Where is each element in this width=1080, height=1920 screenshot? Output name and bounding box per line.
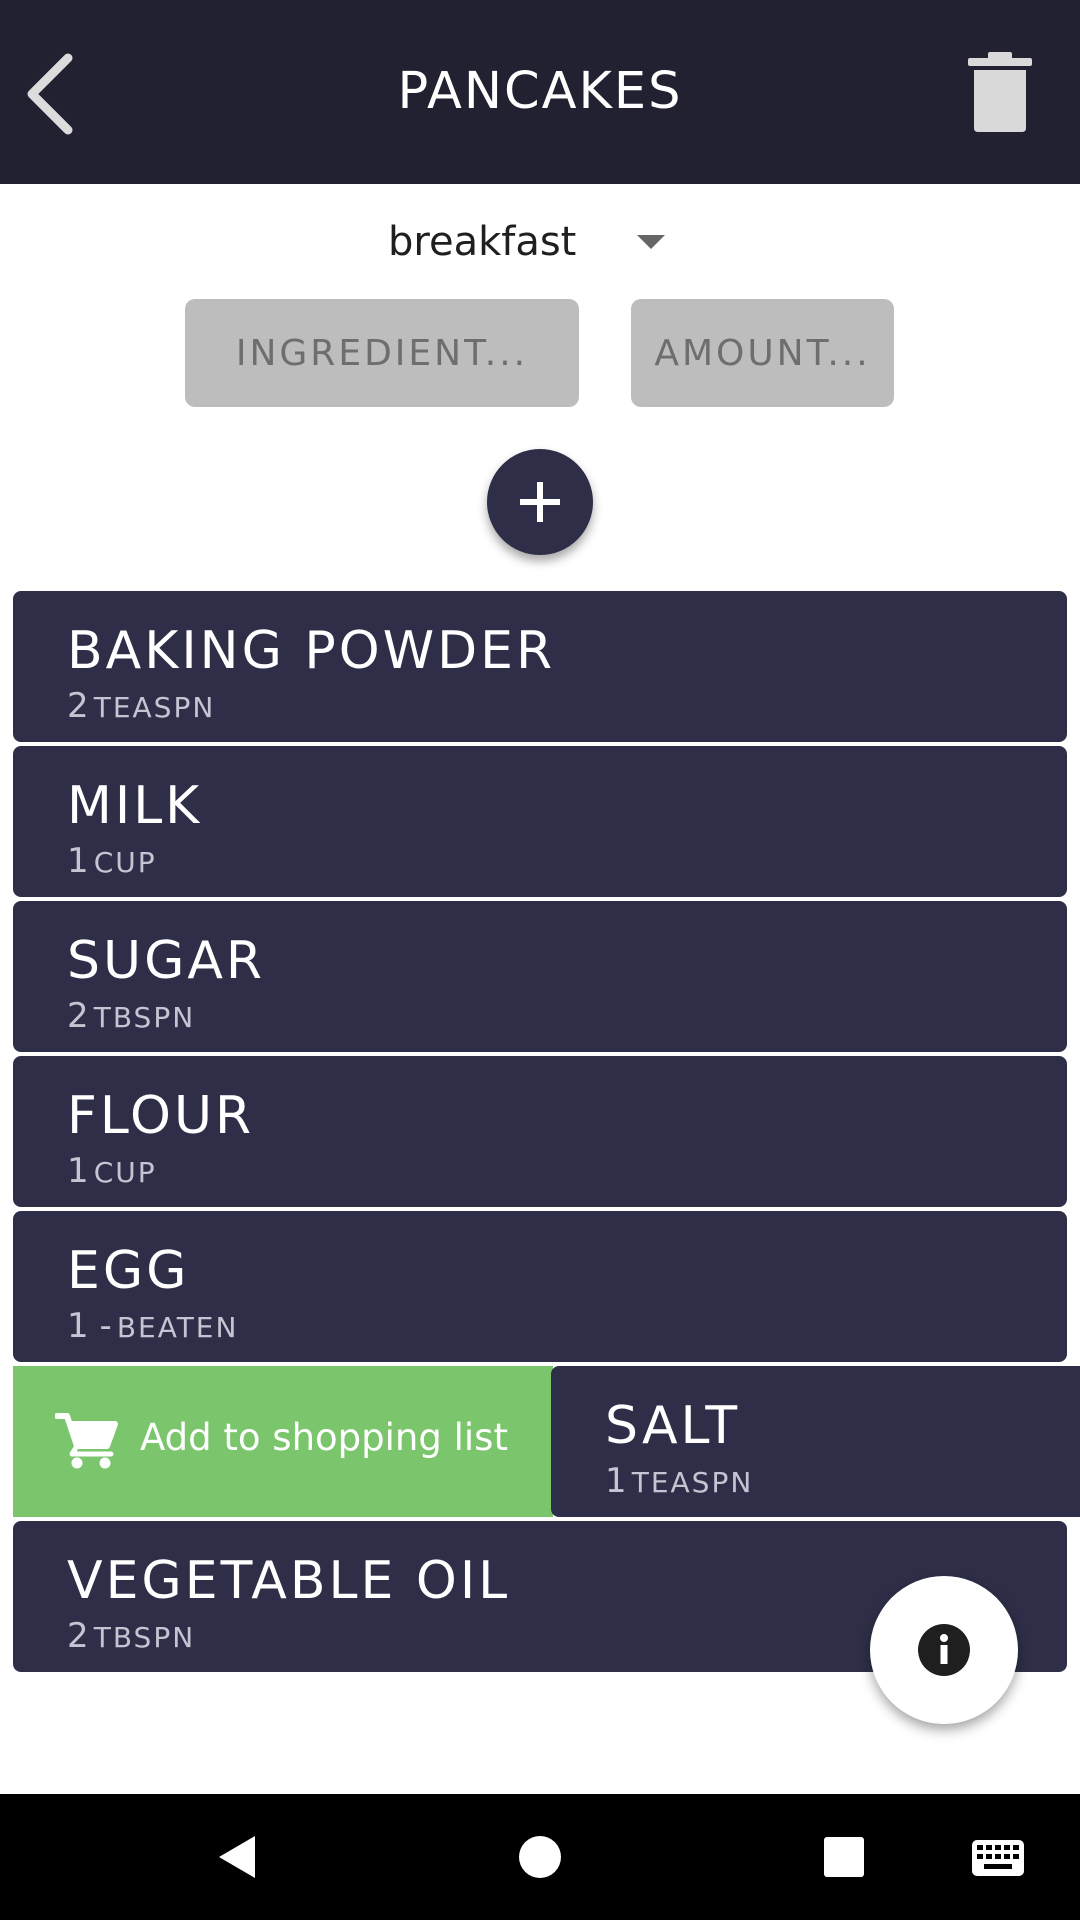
ingredient-row[interactable]: EGG 1 - BEATEN [13, 1211, 1067, 1362]
shopping-cart-icon [55, 1413, 118, 1469]
category-value: breakfast [388, 219, 577, 265]
info-icon [918, 1624, 970, 1676]
ingredient-amount: 2 TBSPN [67, 1616, 195, 1656]
system-nav-bar [0, 1794, 1080, 1920]
page-title: PANCAKES [397, 62, 683, 121]
ingredient-unit: CUP [93, 846, 157, 879]
amount-button[interactable]: AMOUNT... [631, 299, 894, 407]
app-bar: PANCAKES [0, 0, 1080, 184]
ingredient-row[interactable]: SUGAR 2 TBSPN [13, 901, 1067, 1052]
ingredient-amount: 1 TEASPN [605, 1461, 753, 1501]
ingredient-amount: 1 CUP [67, 1151, 157, 1191]
ingredient-row[interactable]: FLOUR 1 CUP [13, 1056, 1067, 1207]
dropdown-arrow-icon [637, 235, 665, 249]
ingredient-name: FLOUR [67, 1086, 255, 1146]
swipe-action-label: Add to shopping list [140, 1416, 508, 1459]
keyboard-icon[interactable] [968, 1824, 1028, 1890]
add-ingredient-button[interactable] [487, 449, 593, 555]
ingredient-amount: 1 - BEATEN [67, 1306, 238, 1346]
ingredient-unit: CUP [93, 1156, 157, 1189]
ingredient-row[interactable]: SALT 1 TEASPN [551, 1366, 1080, 1517]
ingredient-name: SALT [605, 1396, 741, 1456]
ingredient-qty: 2 [67, 1616, 89, 1656]
ingredient-row[interactable]: BAKING POWDER 2 TEASPN [13, 591, 1067, 742]
ingredient-qty: 1 [67, 841, 89, 881]
ingredient-amount: 2 TEASPN [67, 686, 215, 726]
ingredient-row[interactable]: MILK 1 CUP [13, 746, 1067, 897]
ingredient-name: VEGETABLE OIL [67, 1551, 511, 1611]
plus-icon [520, 482, 560, 522]
ingredient-qty: 1 [67, 1151, 89, 1191]
ingredient-amount: 1 CUP [67, 841, 157, 881]
nav-home-icon[interactable] [507, 1824, 573, 1890]
ingredient-unit: TEASPN [631, 1466, 754, 1499]
category-dropdown[interactable]: breakfast [380, 215, 680, 275]
ingredient-qty: 1 - [67, 1306, 112, 1346]
ingredient-name: EGG [67, 1241, 190, 1301]
ingredient-unit: TBSPN [93, 1001, 196, 1034]
ingredient-qty: 1 [605, 1461, 627, 1501]
info-button[interactable] [870, 1576, 1018, 1724]
ingredient-name: SUGAR [67, 931, 266, 991]
ingredient-unit: TBSPN [93, 1621, 196, 1654]
ingredient-amount: 2 TBSPN [67, 996, 195, 1036]
trash-icon [968, 52, 1032, 132]
ingredient-unit: BEATEN [116, 1311, 239, 1344]
ingredient-unit: TEASPN [93, 691, 216, 724]
delete-button[interactable] [966, 50, 1034, 134]
nav-back-icon[interactable] [205, 1824, 271, 1890]
ingredient-name: MILK [67, 776, 203, 836]
nav-recents-icon[interactable] [811, 1824, 877, 1890]
add-to-shopping-list-action[interactable]: Add to shopping list [13, 1366, 553, 1517]
ingredient-qty: 2 [67, 996, 89, 1036]
ingredient-name: BAKING POWDER [67, 621, 556, 681]
ingredient-button[interactable]: INGREDIENT... [185, 299, 579, 407]
ingredient-qty: 2 [67, 686, 89, 726]
